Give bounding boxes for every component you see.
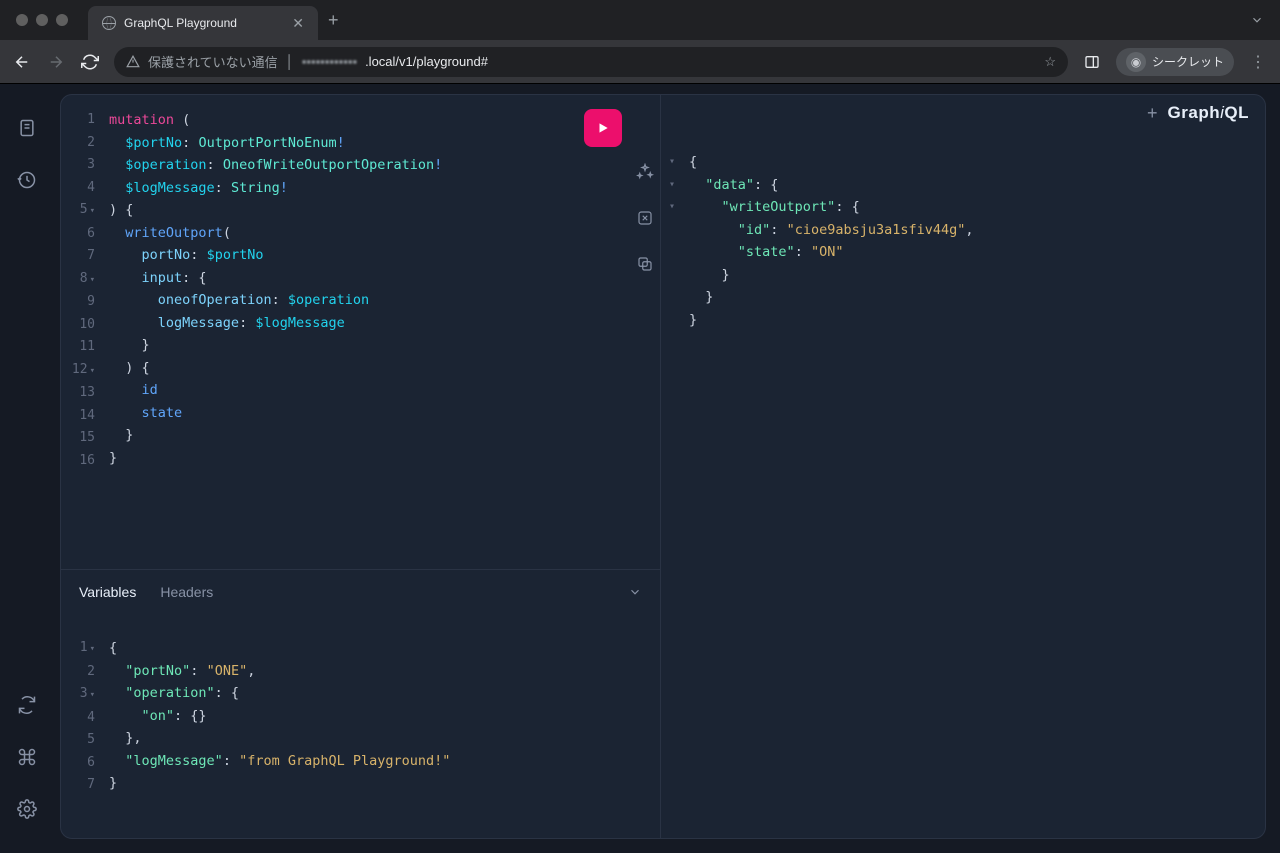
variables-gutter: 1▾23▾4567 <box>61 613 101 838</box>
collapse-vars-icon[interactable] <box>628 585 642 599</box>
reload-button[interactable] <box>80 52 100 72</box>
incognito-label: シークレット <box>1152 53 1224 70</box>
app-sidebar <box>0 84 54 853</box>
prettify-icon[interactable] <box>636 163 654 181</box>
address-separator: │ <box>286 54 294 69</box>
incognito-badge[interactable]: ◉ シークレット <box>1116 48 1234 76</box>
address-bar[interactable]: 保護されていない通信 │ ▪▪▪▪▪▪▪▪▪▪▪▪ .local/v1/playg… <box>114 47 1068 77</box>
browser-tab[interactable]: GraphQL Playground ✕ <box>88 6 318 40</box>
left-panel: 12345▾678▾9101112▾13141516 mutation ( $p… <box>61 95 661 838</box>
query-gutter: 12345▾678▾9101112▾13141516 <box>61 95 101 569</box>
not-secure-icon <box>126 55 140 69</box>
response-code: { "data": { "writeOutport": { "id": "cio… <box>685 137 1265 331</box>
response-gutter: ▾▾▾ <box>661 137 685 331</box>
tabs-menu-icon[interactable] <box>1250 13 1264 27</box>
add-tab-icon[interactable]: + <box>1147 103 1158 124</box>
close-window-icon[interactable] <box>16 14 28 26</box>
response-viewer[interactable]: ▾▾▾ { "data": { "writeOutport": { "id": … <box>661 131 1265 331</box>
tab-variables[interactable]: Variables <box>79 584 136 600</box>
docs-icon[interactable] <box>0 102 54 154</box>
address-host: ▪▪▪▪▪▪▪▪▪▪▪▪ <box>302 54 357 69</box>
bookmark-star-icon[interactable]: ☆ <box>1044 54 1056 70</box>
close-tab-icon[interactable]: ✕ <box>292 15 304 32</box>
minimize-window-icon[interactable] <box>36 14 48 26</box>
address-path: .local/v1/playground# <box>365 54 488 69</box>
execute-button[interactable] <box>584 109 622 147</box>
browser-toolbar: 保護されていない通信 │ ▪▪▪▪▪▪▪▪▪▪▪▪ .local/v1/playg… <box>0 40 1280 84</box>
history-icon[interactable] <box>0 154 54 206</box>
globe-icon <box>102 16 116 30</box>
traffic-lights <box>16 14 68 26</box>
query-code[interactable]: mutation ( $portNo: OutportPortNoEnum! $… <box>101 95 660 569</box>
result-header: + GraphiQL <box>661 95 1265 131</box>
settings-icon[interactable] <box>17 783 37 835</box>
new-tab-button[interactable]: + <box>328 10 339 31</box>
refetch-icon[interactable] <box>17 679 37 731</box>
graphiql-app: 12345▾678▾9101112▾13141516 mutation ( $p… <box>0 84 1280 853</box>
query-editor[interactable]: 12345▾678▾9101112▾13141516 mutation ( $p… <box>61 95 660 569</box>
back-button[interactable] <box>12 52 32 72</box>
window-titlebar: GraphQL Playground ✕ + <box>0 0 1280 40</box>
variables-header: Variables Headers <box>61 569 660 613</box>
tab-title: GraphQL Playground <box>124 16 237 30</box>
variables-editor[interactable]: 1▾23▾4567 { "portNo": "ONE", "operation"… <box>61 613 660 838</box>
variables-code[interactable]: { "portNo": "ONE", "operation": { "on": … <box>101 613 660 838</box>
editor-action-column <box>636 163 654 273</box>
graphiql-brand: GraphiQL <box>1168 103 1249 123</box>
security-warning-text: 保護されていない通信 <box>148 52 278 71</box>
merge-icon[interactable] <box>636 209 654 227</box>
maximize-window-icon[interactable] <box>56 14 68 26</box>
shortcuts-icon[interactable] <box>17 731 37 783</box>
right-panel: + GraphiQL ▾▾▾ { "data": { "writeOutport… <box>661 95 1265 838</box>
tab-headers[interactable]: Headers <box>160 584 213 600</box>
browser-menu-icon[interactable]: ⋮ <box>1248 52 1268 72</box>
side-panel-icon[interactable] <box>1082 52 1102 72</box>
incognito-icon: ◉ <box>1126 52 1146 72</box>
workspace: 12345▾678▾9101112▾13141516 mutation ( $p… <box>60 94 1266 839</box>
copy-icon[interactable] <box>636 255 654 273</box>
forward-button[interactable] <box>46 52 66 72</box>
